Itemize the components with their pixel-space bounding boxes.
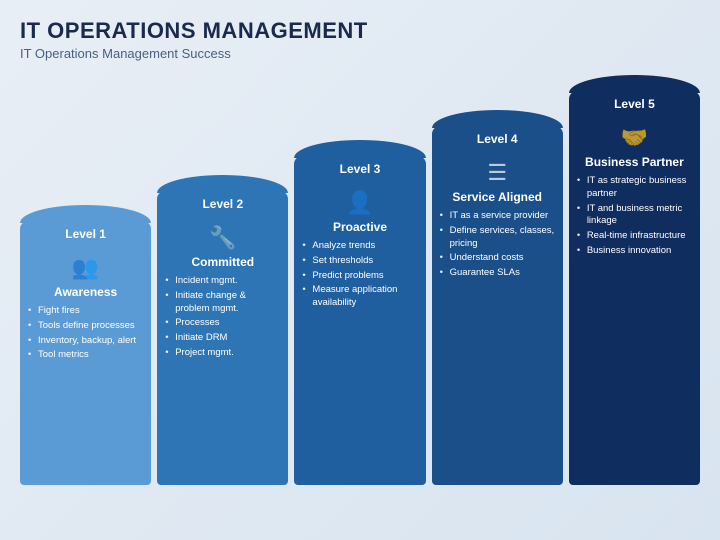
level-body-3: 👤 Proactive Analyze trends Set thresholds Pr…: [294, 182, 425, 485]
bullet-2-1: Incident mgmt.: [165, 275, 280, 288]
level-block-5: Level 5 🤝 Business Partner IT as strategic …: [569, 75, 700, 485]
bullet-1-2: Tools define processes: [28, 320, 143, 333]
bullet-3-1: Analyze trends: [302, 240, 417, 253]
level-sublabel-3: Proactive: [302, 220, 417, 234]
level-block-4: Level 4 ☰ Service Aligned IT as a service p…: [432, 110, 563, 485]
level-icon-3: 👤: [302, 190, 417, 216]
level-sublabel-4: Service Aligned: [440, 190, 555, 204]
bullet-3-4: Measure application availability: [302, 284, 417, 310]
level-bullets-2: Incident mgmt. Initiate change & problem …: [165, 275, 280, 362]
level-body-2: 🔧 Committed Incident mgmt. Initiate change …: [157, 217, 288, 485]
level-block-1: Level 1 👥 Awareness Fight fires Tools define…: [20, 205, 151, 485]
level-body-1: 👥 Awareness Fight fires Tools define proces…: [20, 247, 151, 485]
level-icon-1: 👥: [28, 255, 143, 281]
bullet-2-4: Initiate DRM: [165, 332, 280, 345]
page-subtitle: IT Operations Management Success: [20, 46, 700, 61]
bullet-2-5: Project mgmt.: [165, 347, 280, 360]
tab-label-5: Level 5: [569, 91, 700, 117]
level-bullets-1: Fight fires Tools define processes Invento…: [28, 305, 143, 364]
bullet-1-4: Tool metrics: [28, 349, 143, 362]
page-title: IT OPERATIONS MANAGEMENT: [20, 18, 700, 44]
tab-text-3: Level 3: [340, 162, 381, 176]
bullet-2-3: Processes: [165, 317, 280, 330]
tab-text-4: Level 4: [477, 132, 518, 146]
bullet-5-2: IT and business metric linkage: [577, 203, 692, 229]
tab-label-1: Level 1: [20, 221, 151, 247]
bullet-5-4: Business innovation: [577, 245, 692, 258]
level-bullets-3: Analyze trends Set thresholds Predict prob…: [302, 240, 417, 312]
tab-text-2: Level 2: [202, 197, 243, 211]
bullet-4-3: Understand costs: [440, 252, 555, 265]
level-block-3: Level 3 👤 Proactive Analyze trends Set thres…: [294, 140, 425, 485]
tab-text-5: Level 5: [614, 97, 655, 111]
level-sublabel-1: Awareness: [28, 285, 143, 299]
bullet-3-3: Predict problems: [302, 270, 417, 283]
tab-label-3: Level 3: [294, 156, 425, 182]
levels-container: Level 1 👥 Awareness Fight fires Tools define…: [20, 75, 700, 495]
level-icon-2: 🔧: [165, 225, 280, 251]
level-sublabel-5: Business Partner: [577, 155, 692, 169]
page: IT OPERATIONS MANAGEMENT IT Operations M…: [0, 0, 720, 540]
bullet-1-3: Inventory, backup, alert: [28, 335, 143, 348]
bullet-5-1: IT as strategic business partner: [577, 175, 692, 201]
tab-text-1: Level 1: [65, 227, 106, 241]
level-body-5: 🤝 Business Partner IT as strategic busines…: [569, 117, 700, 485]
level-bullets-5: IT as strategic business partnerIT and b…: [577, 175, 692, 260]
level-icon-5: 🤝: [577, 125, 692, 151]
bullet-4-2: Define services, classes, pricing: [440, 225, 555, 251]
bullet-1-1: Fight fires: [28, 305, 143, 318]
level-body-4: ☰ Service Aligned IT as a service provider…: [432, 152, 563, 485]
bullet-5-3: Real-time infrastructure: [577, 230, 692, 243]
bullet-4-1: IT as a service provider: [440, 210, 555, 223]
level-sublabel-2: Committed: [165, 255, 280, 269]
level-block-2: Level 2 🔧 Committed Incident mgmt. Initiate …: [157, 175, 288, 485]
level-bullets-4: IT as a service provider Define services,…: [440, 210, 555, 282]
tab-label-2: Level 2: [157, 191, 288, 217]
tab-label-4: Level 4: [432, 126, 563, 152]
bullet-3-2: Set thresholds: [302, 255, 417, 268]
bullet-4-4: Guarantee SLAs: [440, 267, 555, 280]
bullet-2-2: Initiate change & problem mgmt.: [165, 290, 280, 316]
level-icon-4: ☰: [440, 160, 555, 186]
